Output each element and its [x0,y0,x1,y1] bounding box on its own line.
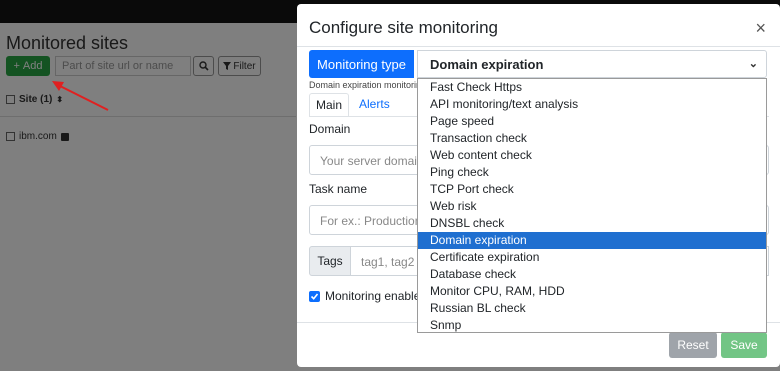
dropdown-option[interactable]: Snmp [418,317,766,334]
dropdown-option[interactable]: Transaction check [418,130,766,147]
dropdown-option[interactable]: TCP Port check [418,181,766,198]
check-icon [310,292,319,300]
monitoring-enabled-label: Monitoring enabled [325,289,428,303]
monitoring-type-label: Monitoring type [309,50,414,78]
chevron-down-icon: ⌄ [748,58,758,70]
dropdown-option[interactable]: DNSBL check [418,215,766,232]
dropdown-option[interactable]: Domain expiration [418,232,766,249]
close-icon[interactable]: × [755,18,766,39]
reset-button[interactable]: Reset [669,332,717,358]
dropdown-option[interactable]: Certificate expiration [418,249,766,266]
dropdown-option[interactable]: Web risk [418,198,766,215]
modal-title: Configure site monitoring [309,18,498,37]
dropdown-option[interactable]: Russian BL check [418,300,766,317]
save-button[interactable]: Save [721,332,767,358]
monitoring-type-description: Domain expiration monitoring [309,80,417,90]
task-name-label: Task name [309,182,368,196]
monitoring-type-dropdown[interactable]: Fast Check Https API monitoring/text ana… [417,78,767,333]
monitoring-type-value: Domain expiration [430,57,544,72]
tags-label: Tags [309,246,351,276]
dropdown-option[interactable]: Ping check [418,164,766,181]
monitoring-type-select[interactable]: Domain expiration ⌄ [417,50,767,78]
dropdown-option[interactable]: API monitoring/text analysis [418,96,766,113]
dropdown-option[interactable]: Web content check [418,147,766,164]
tab-main[interactable]: Main [309,93,350,117]
dropdown-option[interactable]: Monitor CPU, RAM, HDD [418,283,766,300]
dropdown-option[interactable]: Page speed [418,113,766,130]
dropdown-option[interactable]: Fast Check Https [418,79,766,96]
modal-tabs: Main Alerts [309,93,396,117]
modal-header-divider [297,46,780,47]
monitoring-enabled-checkbox[interactable] [309,290,320,302]
domain-label: Domain [309,122,351,136]
tab-alerts[interactable]: Alerts [353,93,396,117]
dropdown-option[interactable]: Database check [418,266,766,283]
monitoring-enabled-row[interactable]: Monitoring enabled [309,289,427,303]
